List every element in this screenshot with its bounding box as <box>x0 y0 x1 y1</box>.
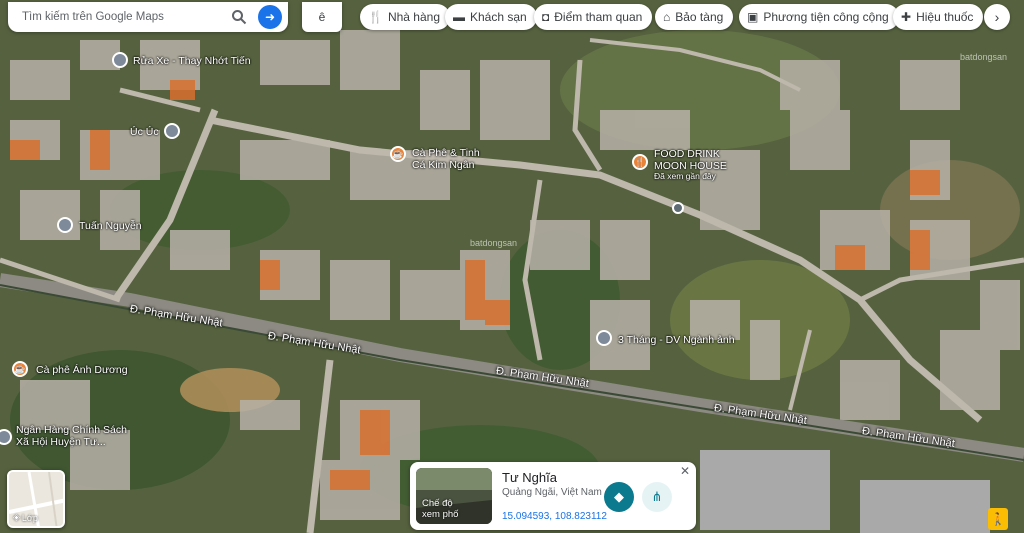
location-dot-icon[interactable] <box>672 202 684 214</box>
chip-museums[interactable]: ⌂ Bảo tàng <box>655 4 734 30</box>
place-pin-icon[interactable] <box>112 52 128 68</box>
bus-icon: ▣ <box>747 10 759 24</box>
chip-pharmacies[interactable]: ✚ Hiệu thuốc <box>893 4 984 30</box>
cafe-pin-icon[interactable]: ☕ <box>12 361 28 377</box>
share-button[interactable]: ⋔ <box>642 482 672 512</box>
bed-icon: ▬ <box>453 10 465 24</box>
chip-label: Phương tiện công cộng <box>763 10 889 24</box>
street-view-label: Chế độ xem phố <box>422 498 459 521</box>
chip-restaurants[interactable]: 🍴 Nhà hàng <box>360 4 450 30</box>
restaurant-pin-icon[interactable]: 🍴 <box>632 154 648 170</box>
search-box[interactable]: Tìm kiếm trên Google Maps ➜ <box>8 2 288 32</box>
chip-hotels[interactable]: ▬ Khách sạn <box>445 4 537 30</box>
pharmacy-icon: ✚ <box>901 10 912 24</box>
close-icon[interactable]: ✕ <box>680 464 690 478</box>
directions-icon[interactable]: ➜ <box>258 5 282 29</box>
language-label: ê <box>318 10 326 24</box>
watermark-text: batdongsan <box>960 52 1008 62</box>
directions-icon: ◆ <box>614 489 624 504</box>
place-info-card[interactable]: Chế độ xem phố Tư Nghĩa Quảng Ngãi, Việt… <box>410 462 696 530</box>
more-chips-button[interactable]: › <box>984 4 1010 30</box>
museum-icon: ⌂ <box>663 10 671 24</box>
chip-label: Điểm tham quan <box>554 10 643 24</box>
place-label[interactable]: FOOD DRINK MOON HOUSE <box>654 148 727 172</box>
cafe-pin-icon[interactable]: ☕ <box>390 146 406 162</box>
place-label[interactable]: Úc Úc <box>130 126 159 138</box>
camera-icon: ◘ <box>542 10 550 24</box>
language-toggle[interactable]: ê <box>302 2 342 32</box>
place-pin-icon[interactable] <box>164 123 180 139</box>
layers-button[interactable]: ◈ Lớp <box>7 470 65 528</box>
chip-transit[interactable]: ▣ Phương tiện công cộng <box>739 4 899 30</box>
search-input[interactable]: Tìm kiếm trên Google Maps <box>22 11 228 23</box>
place-label[interactable]: Cà phê Ánh Dương <box>36 364 128 376</box>
place-label[interactable]: Ngân Hàng Chính Sách Xã Hội Huyện Tư... <box>16 424 127 448</box>
layers-label: Lớp <box>21 512 38 523</box>
place-label[interactable]: Cà Phê & Tinh Cá Kim Ngân <box>412 147 480 171</box>
place-name: Tư Nghĩa <box>502 470 557 485</box>
share-icon: ⋔ <box>651 489 663 504</box>
place-label[interactable]: 3 Tháng - DV Ngành ảnh <box>618 334 735 346</box>
chip-attractions[interactable]: ◘ Điểm tham quan <box>534 4 653 30</box>
place-coordinates[interactable]: 15.094593, 108.823112 <box>502 511 607 522</box>
fork-knife-icon: 🍴 <box>368 10 383 24</box>
chip-label: Khách sạn <box>470 10 527 24</box>
place-pin-icon[interactable] <box>57 217 73 233</box>
pegman-icon[interactable]: 🚶 <box>988 508 1008 530</box>
place-label[interactable]: Tuấn Nguyễn <box>79 220 142 232</box>
street-view-thumbnail[interactable]: Chế độ xem phố <box>416 468 492 524</box>
place-label[interactable]: Rửa Xe - Thay Nhớt Tiến <box>133 55 251 67</box>
watermark-text: batdongsan <box>470 238 518 248</box>
satellite-map[interactable]: Rửa Xe - Thay Nhớt Tiến Úc Úc ☕ Cà Phê &… <box>0 0 1024 533</box>
map-imagery <box>0 0 1024 533</box>
search-icon[interactable] <box>228 6 250 28</box>
place-pin-icon[interactable] <box>596 330 612 346</box>
chip-label: Bảo tàng <box>675 10 724 24</box>
chip-label: Nhà hàng <box>387 10 440 24</box>
directions-button[interactable]: ◆ <box>604 482 634 512</box>
place-sublabel: Đã xem gần đây <box>654 171 716 181</box>
chip-label: Hiệu thuốc <box>916 10 974 24</box>
chevron-right-icon: › <box>994 9 1000 25</box>
place-address: Quảng Ngãi, Việt Nam <box>502 487 602 498</box>
layers-icon: ◈ <box>13 512 20 522</box>
